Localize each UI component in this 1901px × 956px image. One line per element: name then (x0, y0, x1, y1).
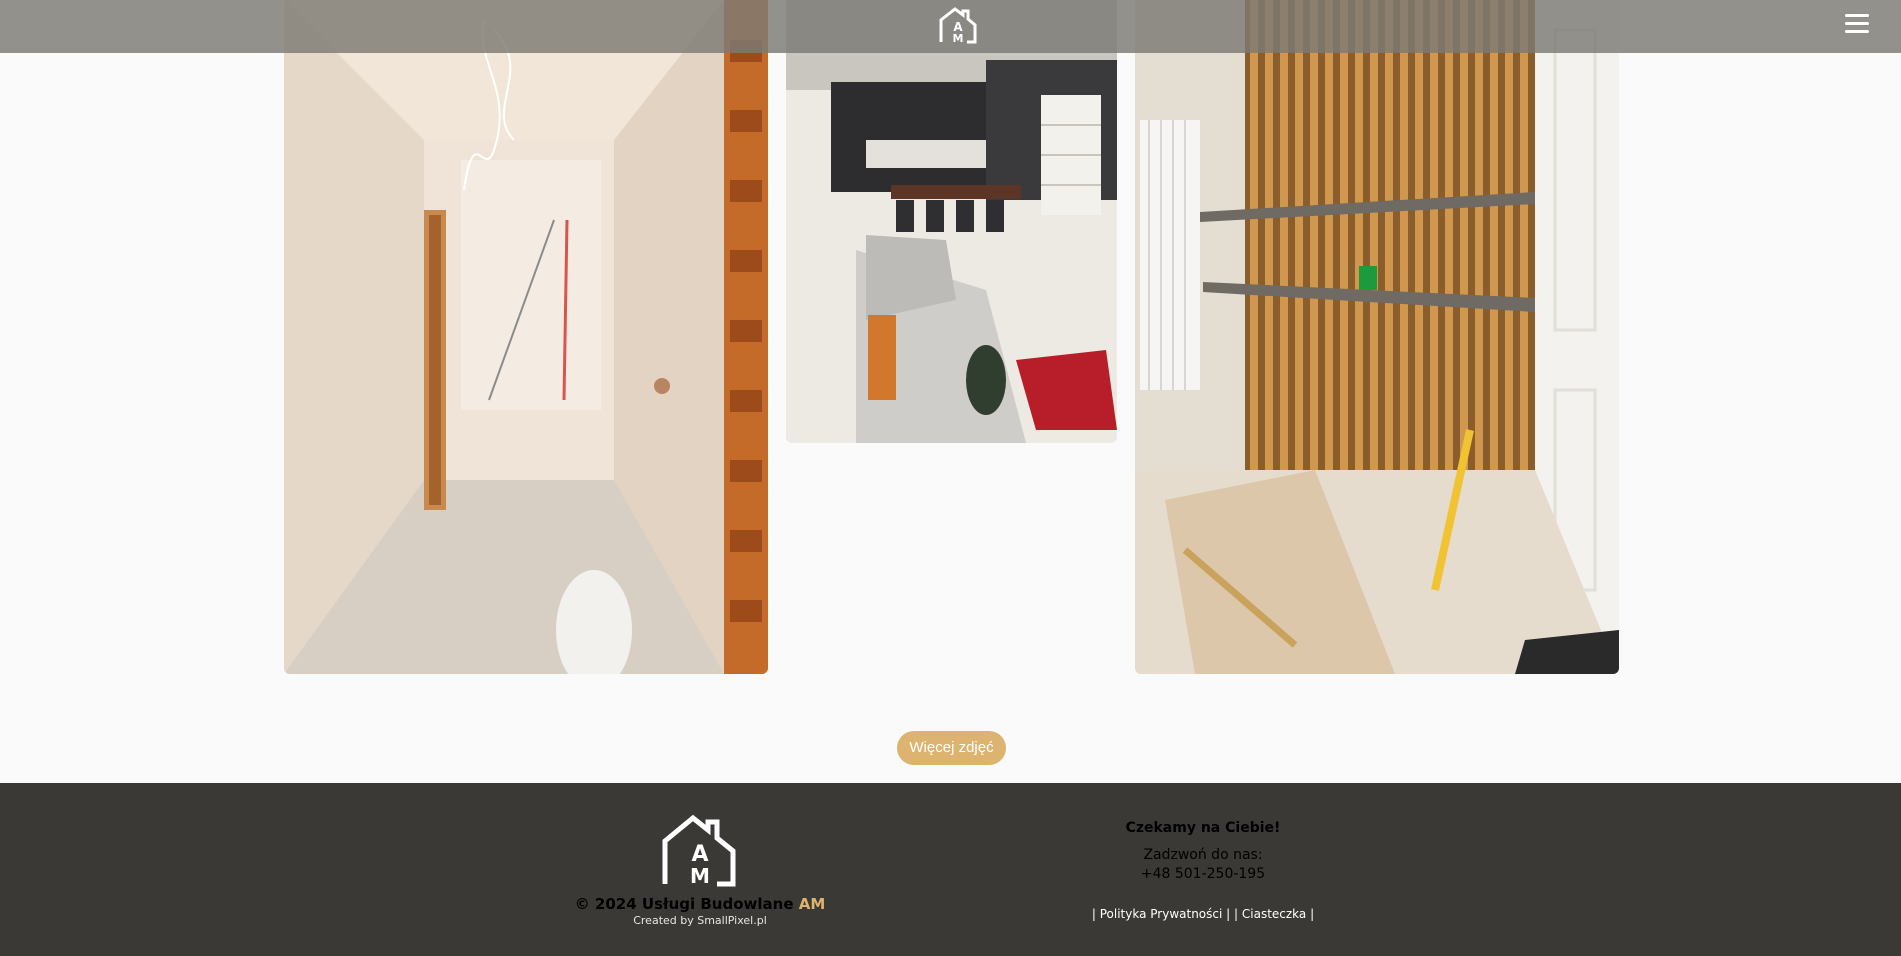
copyright-prefix: © 2024 (574, 895, 637, 913)
menu-line (1845, 22, 1869, 25)
cookies-link[interactable]: | Ciasteczka | (1234, 907, 1314, 921)
contact-heading: Czekamy na Ciebie! (1125, 820, 1281, 836)
svg-text:M: M (953, 32, 964, 44)
top-navbar: A M (0, 0, 1901, 53)
privacy-policy-link[interactable]: | Polityka Prywatności | (1092, 907, 1230, 921)
phone-link[interactable]: +48 501-250-195 (1053, 866, 1353, 882)
gallery-photo-hallway[interactable] (284, 0, 768, 674)
legal-links: | Polityka Prywatności | | Ciasteczka | (1053, 907, 1353, 921)
am-house-logo-icon[interactable]: A M (938, 6, 978, 44)
contact-label: Zadzwoń do nas: (1143, 847, 1263, 863)
hamburger-menu-icon[interactable] (1845, 14, 1869, 36)
svg-text:M: M (690, 864, 710, 887)
company-name: Usługi Budowlane (641, 895, 794, 913)
company-accent: AM (798, 895, 826, 913)
created-by-link[interactable]: Created by SmallPixel.pl (500, 914, 900, 927)
am-house-logo-icon[interactable]: A M (660, 813, 738, 887)
gallery-photo-slat-wall[interactable] (1135, 0, 1619, 674)
menu-line (1845, 30, 1869, 33)
menu-line (1845, 14, 1869, 17)
more-photos-button[interactable]: Więcej zdjęć (897, 731, 1006, 765)
gallery-photo-living-room[interactable] (786, 0, 1117, 443)
copyright-text: © 2024 Usługi Budowlane AM (500, 895, 900, 913)
footer (0, 783, 1901, 956)
